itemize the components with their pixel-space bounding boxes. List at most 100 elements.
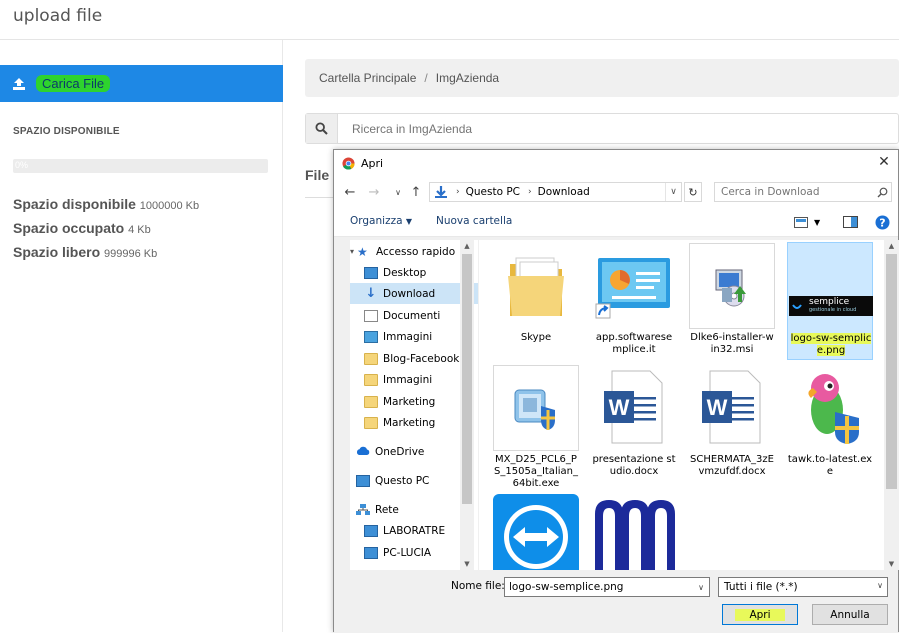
nav-item-quick-access[interactable]: ▾ ★ Accesso rapido (350, 241, 478, 262)
search-button[interactable] (306, 114, 338, 143)
svg-text:?: ? (879, 216, 885, 229)
help-button[interactable]: ? (875, 213, 890, 231)
file-item[interactable]: Skype (493, 242, 579, 360)
chevron-right-icon: › (528, 187, 532, 197)
svg-text:W: W (609, 395, 630, 420)
nav-item-marketing[interactable]: Marketing (350, 412, 478, 433)
nav-item-label: Documenti (383, 309, 441, 322)
dialog-title: Apri (361, 157, 384, 170)
file-item[interactable]: W presentazione studio.docx (591, 364, 677, 482)
file-name: MX_D25_PCL6_PS_1505a_Italian_64bit.exe (494, 454, 578, 489)
organize-label: Organizza (350, 215, 403, 227)
chevron-down-icon[interactable]: ∨ (665, 183, 681, 201)
nav-item-blog-facebook[interactable]: Blog-Facebook (350, 348, 478, 369)
new-folder-button[interactable]: Nuova cartella (436, 215, 512, 227)
logo-thumbnail: semplice gestionale in cloud (789, 296, 873, 316)
search-input[interactable] (338, 114, 898, 143)
stat-used: Spazio occupato 4 Kb (13, 220, 151, 236)
preview-pane-button[interactable] (843, 213, 858, 231)
nav-item-download[interactable]: ↓ Download 📌 (350, 283, 478, 304)
shortcut-icon (591, 242, 677, 328)
nav-item-documents[interactable]: Documenti 📌 (350, 305, 478, 326)
stat-free-value: 999996 Kb (104, 248, 158, 260)
nav-item-desktop[interactable]: Desktop 📌 (350, 262, 478, 283)
dialog-navbar: ← → ∨ ↑ › Questo PC › Download ∨ ↻ (334, 177, 898, 207)
scroll-down-icon[interactable]: ▼ (460, 558, 474, 570)
scroll-thumb[interactable] (886, 254, 897, 489)
space-title: SPAZIO DISPONIBILE (13, 126, 120, 137)
scroll-up-icon[interactable]: ▲ (460, 240, 474, 252)
scroll-thumb[interactable] (462, 254, 472, 504)
nav-item-label: Questo PC (375, 474, 430, 487)
open-button[interactable]: Apri (722, 604, 798, 625)
expand-icon: ▾ (350, 247, 355, 256)
nav-item-network[interactable]: Rete (350, 499, 478, 520)
folder-icon (364, 416, 378, 429)
filename-input[interactable] (505, 581, 693, 593)
scroll-down-icon[interactable]: ▼ (884, 558, 899, 570)
file-name: app.softwaresemplice.it (595, 332, 673, 355)
file-item[interactable]: MX_D25_PCL6_PS_1505a_Italian_64bit.exe (493, 364, 579, 489)
view-icon (794, 216, 808, 228)
help-icon: ? (875, 215, 890, 229)
scroll-up-icon[interactable]: ▲ (884, 240, 899, 252)
logo-subtext: gestionale in cloud (809, 307, 857, 313)
space-progress-bar: 0% (13, 159, 268, 173)
nav-item-laboratre[interactable]: LABORATRE (350, 520, 478, 541)
file-name: presentazione studio.docx (592, 454, 676, 477)
nav-item-onedrive[interactable]: OneDrive (350, 441, 478, 462)
search-icon (315, 122, 328, 135)
stat-available: Spazio disponibile 1000000 Kb (13, 196, 199, 212)
file-item[interactable] (591, 494, 677, 570)
file-item[interactable]: tawk.to-latest.exe (787, 364, 873, 482)
chrome-icon (342, 157, 355, 170)
address-crumb-pc[interactable]: Questo PC (466, 186, 520, 198)
folder-icon (364, 352, 378, 365)
dialog-search-input[interactable] (715, 186, 873, 198)
chevron-down-icon[interactable]: ∨ (693, 583, 709, 592)
file-name: tawk.to-latest.exe (787, 454, 873, 477)
file-item[interactable] (493, 494, 579, 570)
chevron-down-icon: ▼ (405, 217, 413, 226)
file-item[interactable]: Dlke6-installer-win32.msi (689, 242, 775, 360)
nav-item-label: Rete (375, 503, 399, 516)
nav-item-pc-lucia[interactable]: PC-LUCIA (350, 542, 478, 563)
nav-item-label: Marketing (383, 395, 436, 408)
files-scrollbar[interactable]: ▲ ▼ (884, 240, 899, 570)
m-logo-icon (591, 494, 677, 570)
view-options[interactable]: ▼ (794, 213, 820, 231)
space-progress-text: 0% (15, 160, 29, 170)
page-title: upload file (13, 6, 103, 26)
address-crumb-download[interactable]: Download (538, 186, 590, 198)
breadcrumb-root[interactable]: Cartella Principale (319, 71, 416, 85)
nav-item-this-pc[interactable]: Questo PC (350, 470, 478, 491)
nav-scrollbar[interactable]: ▲ ▼ (460, 240, 474, 570)
file-item-selected[interactable]: semplice gestionale in cloud logo-sw-sem… (787, 242, 873, 360)
svg-text:W: W (707, 395, 728, 420)
file-list: Skype app.softwaresemplice.it Dlke6-inst… (479, 240, 884, 570)
nav-item-marketing[interactable]: Marketing (350, 391, 478, 412)
refresh-icon[interactable]: ↻ (684, 182, 702, 202)
organize-menu[interactable]: Organizza ▼ (350, 215, 412, 227)
filetype-select[interactable]: Tutti i file (*.*) ∨ (718, 577, 888, 597)
breadcrumb-separator: / (424, 71, 428, 85)
back-arrow-icon[interactable]: ← (342, 184, 358, 200)
close-icon[interactable]: ✕ (876, 154, 892, 170)
forward-arrow-icon[interactable]: → (366, 184, 382, 200)
stat-used-value: 4 Kb (128, 224, 151, 236)
address-bar[interactable]: › Questo PC › Download ∨ (429, 182, 682, 202)
nav-item-immagini[interactable]: Immagini (350, 369, 478, 390)
upload-file-button[interactable]: Carica File (0, 65, 283, 102)
page-header: upload file (0, 0, 899, 40)
cancel-button[interactable]: Annulla (812, 604, 888, 625)
file-item[interactable]: app.softwaresemplice.it (591, 242, 677, 360)
up-arrow-icon[interactable]: ↑ (408, 184, 424, 200)
file-item[interactable]: W SCHERMATA_3zEvmzufdf.docx (689, 364, 775, 482)
network-icon (356, 503, 370, 516)
search-icon[interactable] (873, 187, 891, 198)
dialog-titlebar: Apri ✕ (334, 150, 898, 177)
nav-item-label: Marketing (383, 416, 436, 429)
nav-item-pictures[interactable]: Immagini 📌 (350, 326, 478, 347)
recent-dropdown-icon[interactable]: ∨ (390, 184, 406, 200)
preview-pane-icon (843, 216, 858, 228)
